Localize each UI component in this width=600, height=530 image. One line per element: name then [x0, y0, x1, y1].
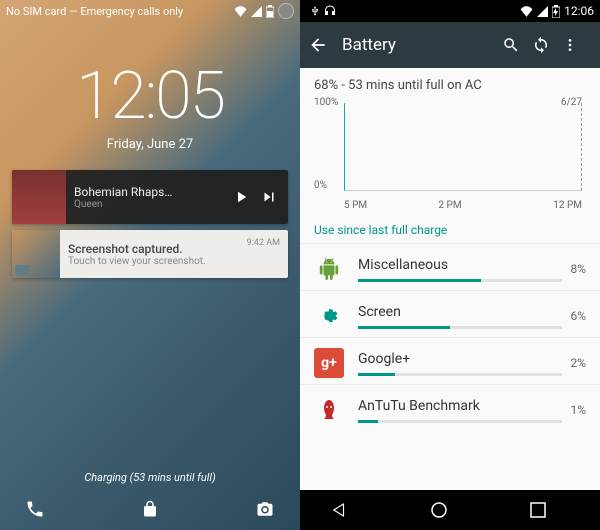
nav-home-icon[interactable] [430, 501, 470, 519]
chart-x-0: 5 PM [344, 200, 367, 211]
chart-projection-line [581, 103, 582, 191]
status-bar-left: No SIM card — Emergency calls only [0, 0, 300, 22]
battery-icon [266, 5, 274, 18]
search-icon[interactable] [502, 36, 532, 54]
android-icon [314, 254, 344, 284]
screenshot-sub: Touch to view your screenshot. [68, 256, 239, 267]
camera-icon[interactable] [252, 496, 278, 522]
usage-name: Screen [358, 304, 562, 320]
sim-status-text: No SIM card — Emergency calls only [6, 5, 183, 18]
antutu-icon [314, 395, 344, 425]
usage-item-googleplus[interactable]: g+ Google+ 2% [300, 337, 600, 384]
notification-stack: Bohemian Rhaps… Queen Screenshot capture… [12, 170, 288, 278]
usage-item-antutu[interactable]: AnTuTu Benchmark 1% [300, 384, 600, 431]
usage-pct: 8% [570, 262, 586, 276]
battery-chart[interactable]: 100% 0% 6/27 5 PM 2 PM 12 PM [314, 97, 586, 213]
status-bar-right: 12:06 [300, 0, 600, 22]
battery-settings-panel: 12:06 Battery 68% - 53 mins until full o… [300, 0, 600, 530]
usage-item-screen[interactable]: Screen 6% [300, 290, 600, 337]
app-bar: Battery [300, 22, 600, 68]
next-track-icon[interactable] [260, 188, 278, 206]
headphones-icon [324, 5, 336, 17]
charging-status: Charging (53 mins until full) [0, 471, 300, 484]
wifi-icon [234, 6, 247, 17]
music-title: Bohemian Rhaps… [74, 185, 224, 199]
nav-back-icon[interactable] [330, 501, 370, 519]
more-icon[interactable] [562, 36, 592, 54]
nav-recents-icon[interactable] [530, 502, 570, 518]
signal-icon [537, 6, 548, 17]
status-time: 12:06 [564, 4, 594, 18]
chart-grid [344, 103, 582, 191]
usage-name: Miscellaneous [358, 257, 562, 273]
googleplus-icon: g+ [314, 348, 344, 378]
signal-icon [251, 6, 262, 17]
back-icon[interactable] [308, 35, 328, 55]
screenshot-time: 9:42 AM [247, 238, 288, 248]
wifi-icon [520, 6, 533, 17]
play-icon[interactable] [232, 188, 250, 206]
usage-pct: 2% [570, 356, 586, 370]
since-full-charge-label: Use since last full charge [300, 215, 600, 243]
chart-x-1: 2 PM [438, 200, 461, 211]
usage-name: Google+ [358, 351, 562, 367]
lockscreen-clock: 12:05 Friday, June 27 [0, 58, 300, 152]
chart-y-100: 100% [314, 97, 338, 108]
chart-x-2: 12 PM [553, 200, 582, 211]
chart-y-0: 0% [314, 180, 327, 191]
screenshot-thumb-icon [12, 230, 60, 278]
lock-icon[interactable] [137, 496, 163, 522]
refresh-icon[interactable] [532, 36, 562, 54]
usage-pct: 1% [570, 403, 586, 417]
user-avatar-icon[interactable] [278, 3, 294, 19]
music-notification[interactable]: Bohemian Rhaps… Queen [12, 170, 288, 224]
screen-icon [314, 301, 344, 331]
lockscreen-panel: No SIM card — Emergency calls only 12:05… [0, 0, 300, 530]
screenshot-title: Screenshot captured. [68, 242, 239, 256]
battery-summary: 68% - 53 mins until full on AC [300, 68, 600, 97]
usage-name: AnTuTu Benchmark [358, 398, 562, 414]
album-art-icon [12, 170, 66, 224]
appbar-title: Battery [342, 35, 502, 55]
clock-date: Friday, June 27 [0, 137, 300, 152]
lockscreen-shortcut-row [0, 496, 300, 522]
usage-pct: 6% [570, 309, 586, 323]
battery-charging-icon [552, 5, 560, 18]
usage-item-miscellaneous[interactable]: Miscellaneous 8% [300, 243, 600, 290]
navigation-bar [300, 490, 600, 530]
clock-time: 12:05 [0, 58, 300, 135]
screenshot-notification[interactable]: Screenshot captured. Touch to view your … [12, 230, 288, 278]
usage-list: Miscellaneous 8% Screen 6% g+ Google+ 2%… [300, 243, 600, 431]
music-artist: Queen [74, 199, 224, 210]
phone-icon[interactable] [22, 496, 48, 522]
usb-icon [310, 5, 320, 17]
